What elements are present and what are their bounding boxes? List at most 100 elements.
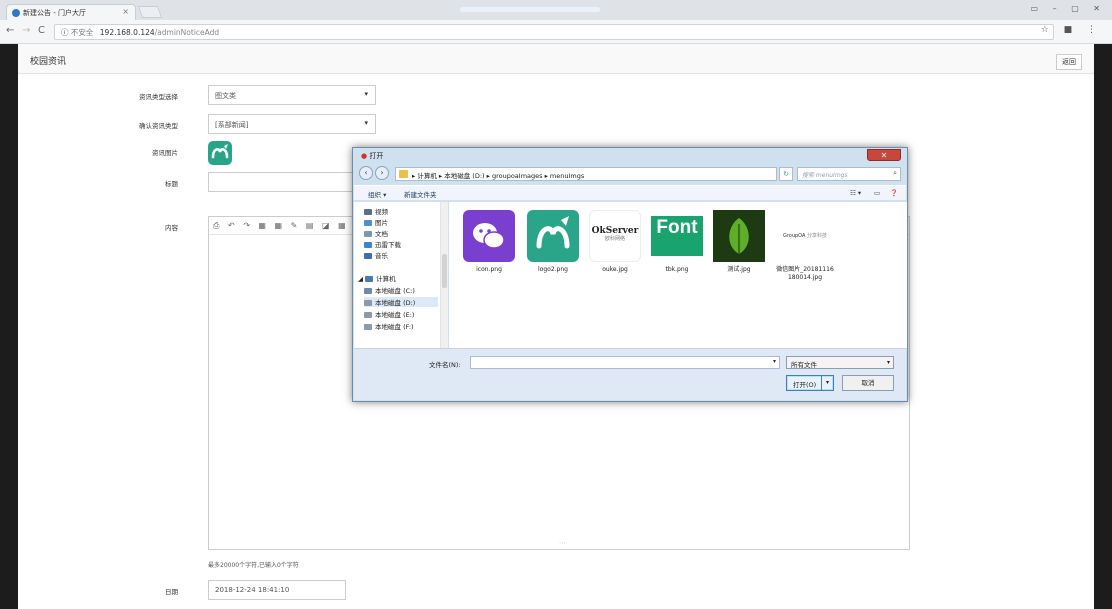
thumbnail-text: Font [656, 217, 698, 238]
filename-input[interactable]: ▾ [470, 356, 780, 369]
date-input[interactable]: 2018-12-24 18:41:10 [208, 580, 346, 600]
folder-icon [365, 276, 374, 282]
page-title: 校园资讯 [30, 57, 67, 67]
chevron-down-icon: ▾ [364, 119, 368, 127]
file-name: 微信图片_20181116180014.jpg [776, 266, 834, 281]
new-tab-button[interactable] [137, 6, 163, 18]
url-path: /adminNoticeAdd [154, 28, 220, 37]
dialog-breadcrumb[interactable]: ▸ 计算机 ▸ 本地磁盘 (D:) ▸ groupoaImages ▸ menu… [395, 167, 777, 181]
folder-icon [364, 324, 372, 330]
filename-label: 文件名(N): [429, 361, 461, 369]
back-arrow-icon[interactable]: ← [6, 25, 14, 36]
close-tab-icon[interactable]: × [122, 7, 129, 16]
dialog-close-button[interactable]: ✕ [867, 149, 901, 161]
info-icon: ⓘ [61, 28, 71, 37]
file-name: ouke.jpg [602, 266, 628, 273]
file-name: icon.png [476, 266, 502, 273]
back-button[interactable]: 返回 [1056, 54, 1082, 70]
page-header: 校园资讯 返回 [18, 44, 1094, 74]
title-bar-blur [460, 7, 600, 12]
forward-icon[interactable]: › [375, 166, 389, 180]
nav-item-downloads[interactable]: 迅雷下载 [364, 239, 401, 249]
folder-icon [364, 220, 372, 226]
new-folder-button[interactable]: 新建文件夹 [404, 189, 437, 199]
search-placeholder: 搜索 menuImgs [802, 172, 848, 179]
nav-item-music[interactable]: 音乐 [364, 250, 388, 260]
confirm-type-value: [系部新闻] [215, 121, 249, 129]
nav-item-drive-c[interactable]: 本地磁盘 (C:) [364, 285, 415, 295]
file-item[interactable]: 测试.jpg [711, 210, 767, 274]
folder-icon [364, 253, 372, 259]
scrollbar-thumb[interactable] [442, 254, 447, 288]
okserver-thumbnail: OkServer 欧科网络 [589, 210, 641, 262]
dialog-search-input[interactable]: 搜索 menuImgs ⌕ [797, 167, 901, 181]
type-select[interactable]: 图文类 ▾ [208, 85, 376, 105]
editor-char-count: 最多20000个字符,已输入0个字符 [208, 562, 299, 569]
wechat-icon [463, 210, 515, 262]
open-file-dialog: ● 打开 ✕ ‹ › ▸ 计算机 ▸ 本地磁盘 (D:) ▸ groupoaIm… [352, 147, 908, 402]
nav-item-drive-d[interactable]: 本地磁盘 (D:) [364, 297, 438, 307]
nav-scrollbar[interactable] [440, 202, 448, 348]
folder-icon [364, 242, 372, 248]
folder-icon [364, 231, 372, 237]
chevron-down-icon[interactable]: ▾ [773, 358, 776, 365]
file-item[interactable]: Font tbk.png [649, 210, 705, 274]
file-item[interactable]: GroupOA 分享科技 微信图片_20181116180014.jpg [775, 210, 835, 282]
nav-item-drive-f[interactable]: 本地磁盘 (F:) [364, 321, 414, 331]
open-dropdown-icon[interactable]: ▾ [821, 376, 833, 390]
view-options-icon[interactable]: ☷ ▾ [850, 189, 861, 197]
file-name: tbk.png [665, 266, 689, 273]
url-host: 192.168.0.124 [99, 28, 155, 37]
window-controls[interactable]: ▭ – ▢ ✕ [1031, 4, 1106, 13]
confirm-type-select[interactable]: [系部新闻] ▾ [208, 114, 376, 134]
dialog-footer: 文件名(N): ▾ 所有文件 ▾ 打开(O) ▾ 取消 [354, 348, 906, 400]
resize-handle-icon[interactable]: ⋯ [559, 539, 566, 547]
file-item[interactable]: icon.png [461, 210, 517, 274]
date-label: 日期 [165, 588, 178, 596]
image-label: 资讯图片 [152, 149, 178, 157]
open-button-label: 打开(O) [793, 381, 817, 389]
folder-icon [364, 209, 372, 215]
open-button[interactable]: 打开(O) ▾ [786, 375, 834, 391]
forward-arrow-icon[interactable]: → [22, 25, 30, 36]
organize-menu[interactable]: 组织 ▾ [368, 189, 386, 199]
chevron-down-icon: ▾ [886, 359, 890, 366]
breadcrumb-text: ▸ 计算机 ▸ 本地磁盘 (D:) ▸ groupoaImages ▸ menu… [412, 172, 585, 180]
preview-pane-icon[interactable]: ▭ [874, 189, 880, 197]
thumbnail-text: GroupOA 分享科技 [782, 233, 828, 239]
browser-tab[interactable]: 新建公告 - 门户大厅 × [6, 4, 136, 20]
cancel-button[interactable]: 取消 [842, 375, 894, 391]
title-input[interactable] [208, 172, 368, 192]
filetype-select[interactable]: 所有文件 ▾ [786, 356, 894, 369]
nav-item-documents[interactable]: 文档 [364, 228, 388, 238]
groupoa-thumbnail: GroupOA 分享科技 [779, 210, 831, 262]
nav-item-computer[interactable]: ◢ 计算机 [358, 273, 396, 283]
browser-navbar: ← → C ⓘ 不安全 192.168.0.124/adminNoticeAdd… [0, 20, 1112, 44]
dialog-file-list: icon.png logo2.png OkServer 欧科网络 ouke.jp… [449, 202, 907, 348]
font-thumbnail: Font [651, 216, 703, 256]
search-icon: ⌕ [893, 169, 897, 177]
logo-thumbnail-icon [527, 210, 579, 262]
insecure-label: 不安全 [70, 28, 94, 37]
dialog-address-row: ‹ › ▸ 计算机 ▸ 本地磁盘 (D:) ▸ groupoaImages ▸ … [359, 166, 901, 182]
reload-icon[interactable]: C [38, 25, 45, 36]
uploaded-logo-image[interactable] [208, 141, 232, 165]
back-icon[interactable]: ‹ [359, 166, 373, 180]
file-name: 测试.jpg [727, 266, 751, 273]
nav-item-drive-e[interactable]: 本地磁盘 (E:) [364, 309, 414, 319]
leaf-thumbnail [713, 210, 765, 262]
browser-actions[interactable]: ☆ ■ ⋮ [1041, 25, 1102, 35]
help-icon[interactable]: ❓ [890, 189, 898, 197]
dialog-nav-pane: 视频 图片 文档 迅雷下载 音乐 ◢ 计算机 本地磁盘 (C:) 本地磁盘 (D… [354, 202, 448, 348]
file-item[interactable]: logo2.png [525, 210, 581, 274]
type-select-value: 图文类 [215, 92, 236, 100]
file-item[interactable]: OkServer 欧科网络 ouke.jpg [587, 210, 643, 274]
address-bar[interactable]: ⓘ 不安全 192.168.0.124/adminNoticeAdd [54, 24, 1054, 40]
confirm-type-label: 确认资讯类型 [139, 122, 178, 130]
nav-item-pictures[interactable]: 图片 [364, 217, 388, 227]
folder-icon [364, 288, 372, 294]
filetype-value: 所有文件 [791, 361, 817, 369]
browser-tabbar: 新建公告 - 门户大厅 × ▭ – ▢ ✕ [0, 0, 1112, 20]
refresh-icon[interactable]: ↻ [779, 167, 793, 181]
nav-item-videos[interactable]: 视频 [364, 206, 388, 216]
